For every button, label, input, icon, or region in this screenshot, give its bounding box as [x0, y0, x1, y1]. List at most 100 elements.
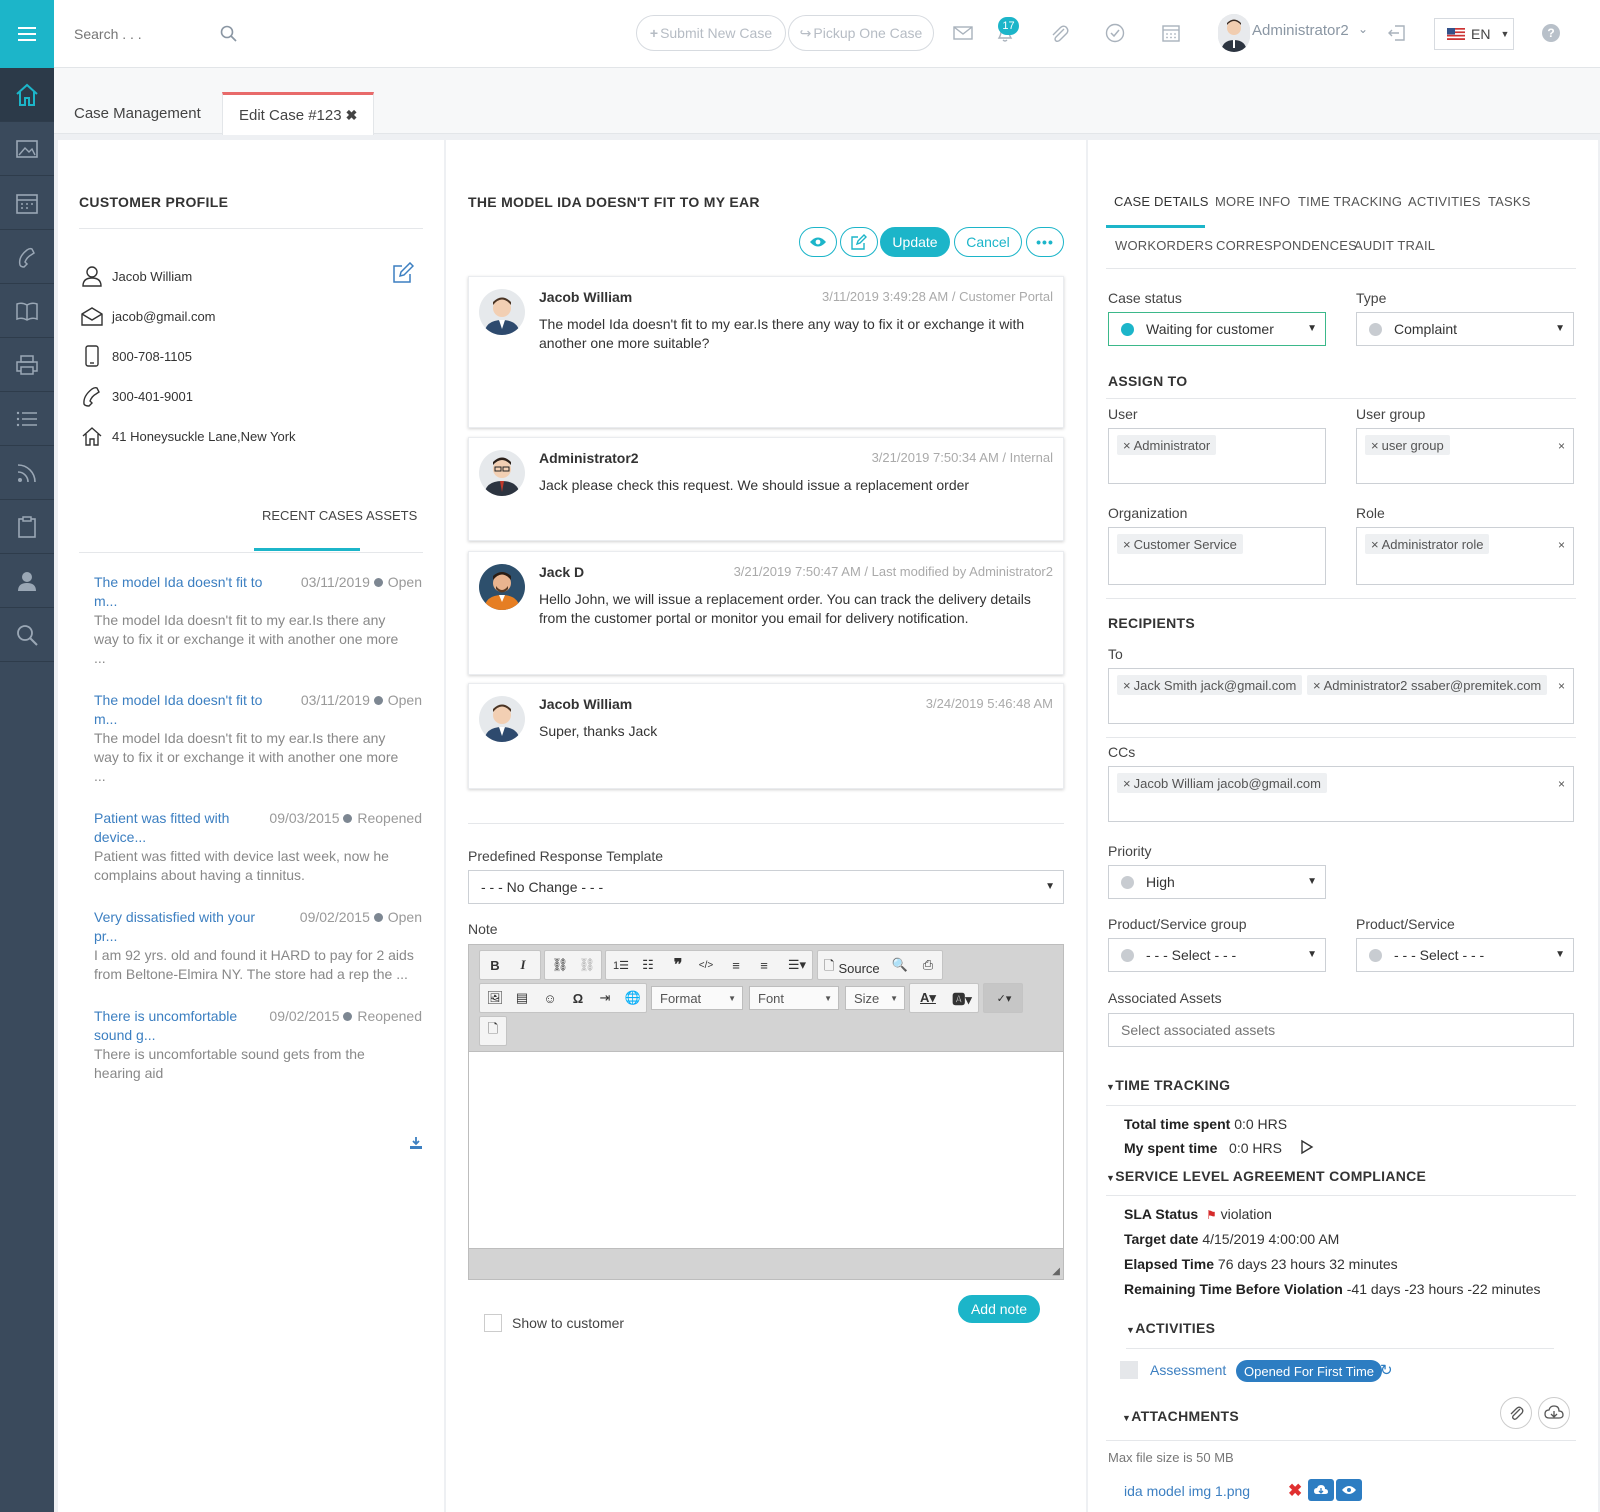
submit-new-case-button[interactable]: + Submit New Case	[636, 15, 786, 51]
edit-case-button[interactable]	[840, 227, 878, 257]
recent-case-title-cont[interactable]: m...	[94, 711, 117, 727]
mail-button[interactable]	[950, 20, 976, 46]
edit-profile-button[interactable]	[392, 261, 415, 287]
add-note-button[interactable]: Add note	[958, 1295, 1040, 1323]
user-tag-input[interactable]: × Administrator	[1108, 428, 1326, 484]
detail-tab-audit-trail[interactable]: AUDIT TRAIL	[1354, 238, 1435, 253]
help-icon[interactable]: ?	[1542, 24, 1560, 42]
tab-recent-cases[interactable]: RECENT CASES	[262, 508, 363, 523]
role-tag[interactable]: × Administrator role	[1365, 534, 1490, 554]
attach-file-button[interactable]	[1500, 1397, 1532, 1429]
bg-color-icon[interactable]: 🅰▾	[946, 986, 978, 1010]
language-select[interactable]: EN ▼	[1434, 18, 1514, 50]
link-icon[interactable]: ⛓	[548, 953, 572, 977]
detail-tab-activities[interactable]: ACTIVITIES	[1408, 194, 1481, 209]
case-status-select[interactable]: Waiting for customer ▼	[1108, 312, 1326, 346]
activity-checkbox[interactable]	[1120, 1361, 1138, 1379]
cloud-upload-button[interactable]	[1538, 1397, 1570, 1429]
detail-tab-correspondences[interactable]: CORRESPONDENCES	[1216, 238, 1357, 253]
clear-icon[interactable]: ×	[1558, 777, 1565, 791]
recent-case-title-cont[interactable]: m...	[94, 593, 117, 609]
update-button[interactable]: Update	[880, 227, 950, 257]
page-break-icon[interactable]: ⇥	[593, 986, 617, 1010]
detail-tab-more-info[interactable]: MORE INFO	[1215, 194, 1290, 209]
attachments-title[interactable]: ▼ATTACHMENTS	[1122, 1408, 1239, 1424]
clear-icon[interactable]: ×	[1558, 439, 1565, 453]
user-name[interactable]: Administrator2	[1252, 22, 1349, 39]
more-options-button[interactable]: •••	[1026, 227, 1064, 257]
preview-button[interactable]	[799, 227, 837, 257]
recent-case-title[interactable]: The model Ida doesn't fit to	[94, 692, 262, 708]
play-icon[interactable]	[1300, 1139, 1314, 1155]
tasks-button[interactable]	[1102, 20, 1128, 46]
bold-button[interactable]: B	[483, 953, 507, 977]
response-template-select[interactable]: - - - No Change - - - ▼	[468, 870, 1064, 904]
type-select[interactable]: Complaint ▼	[1356, 312, 1574, 346]
sidebar-item-calls[interactable]	[0, 230, 54, 284]
user-group-tag-input[interactable]: × user group ×	[1356, 428, 1574, 484]
detail-tab-workorders[interactable]: WORKORDERS	[1115, 238, 1213, 253]
code-snippet-icon[interactable]: </>	[694, 953, 718, 977]
recent-case-title-cont[interactable]: device...	[94, 829, 146, 845]
user-group-tag[interactable]: × user group	[1365, 435, 1450, 455]
user-avatar[interactable]	[1218, 14, 1250, 52]
recent-case-title[interactable]: Patient was fitted with	[94, 810, 229, 826]
sidebar-item-feeds[interactable]	[0, 446, 54, 500]
attachments-button[interactable]	[1046, 20, 1072, 46]
role-tag-input[interactable]: × Administrator role ×	[1356, 527, 1574, 585]
detail-tab-tasks[interactable]: TASKS	[1488, 194, 1531, 209]
product-service-select[interactable]: - - - Select - - - ▼	[1356, 938, 1574, 972]
bullet-list-icon[interactable]: ☷	[636, 953, 660, 977]
sidebar-item-clipboard[interactable]	[0, 500, 54, 554]
ccs-tag-input[interactable]: × Jacob William jacob@gmail.com ×	[1108, 766, 1574, 822]
font-combo[interactable]: Font ▼	[749, 986, 839, 1010]
note-editor-area[interactable]	[469, 1051, 1063, 1249]
size-combo[interactable]: Size ▼	[845, 986, 905, 1010]
sidebar-item-calendar[interactable]	[0, 176, 54, 230]
sidebar-item-contacts[interactable]	[0, 554, 54, 608]
cancel-button[interactable]: Cancel	[954, 227, 1022, 257]
image-icon[interactable]: 🖼	[483, 986, 507, 1010]
clear-icon[interactable]: ×	[1558, 679, 1565, 693]
close-tab-icon[interactable]: ✖	[346, 107, 358, 124]
recent-case-title-cont[interactable]: pr...	[94, 928, 117, 944]
bidi-dropdown-icon[interactable]: ☰▾	[782, 953, 812, 977]
activity-link[interactable]: Assessment	[1150, 1362, 1226, 1378]
attachment-file-link[interactable]: ida model img 1.png	[1124, 1483, 1250, 1499]
sla-title[interactable]: ▼SERVICE LEVEL AGREEMENT COMPLIANCE	[1106, 1168, 1426, 1184]
preview-doc-icon[interactable]: 🔍	[888, 953, 912, 977]
organization-tag[interactable]: × Customer Service	[1117, 534, 1243, 554]
pickup-case-button[interactable]: ↪ Pickup One Case	[788, 15, 934, 51]
download-attachment-button[interactable]	[1308, 1479, 1334, 1501]
sidebar-item-print[interactable]	[0, 338, 54, 392]
recent-case-title[interactable]: Very dissatisfied with your	[94, 909, 255, 925]
sidebar-item-gallery[interactable]	[0, 122, 54, 176]
table-icon[interactable]: ▤	[510, 986, 534, 1010]
delete-attachment-icon[interactable]: ✖	[1288, 1481, 1302, 1501]
recent-case-title[interactable]: There is uncomfortable	[94, 1008, 237, 1024]
sidebar-item-home[interactable]	[0, 68, 54, 122]
user-tag[interactable]: × Administrator	[1117, 435, 1217, 455]
priority-select[interactable]: High ▼	[1108, 865, 1326, 899]
view-attachment-button[interactable]	[1336, 1479, 1362, 1501]
italic-button[interactable]: I	[511, 953, 535, 977]
user-menu-chevron-icon[interactable]: ⌄	[1358, 22, 1368, 36]
recent-case-title[interactable]: The model Ida doesn't fit to	[94, 574, 262, 590]
to-tag-input[interactable]: × Jack Smith jack@gmail.com × Administra…	[1108, 668, 1574, 724]
source-button[interactable]: 🗋 Source	[824, 957, 880, 979]
template-doc-icon[interactable]: 🗋	[481, 1019, 505, 1043]
to-tag-1[interactable]: × Jack Smith jack@gmail.com	[1117, 675, 1303, 695]
align-right-icon[interactable]: ≡	[752, 953, 776, 977]
clear-icon[interactable]: ×	[1558, 538, 1565, 552]
omega-icon[interactable]: Ω	[566, 986, 590, 1010]
text-color-icon[interactable]: A▾	[912, 986, 944, 1010]
format-combo[interactable]: Format ▼	[651, 986, 743, 1010]
logout-button[interactable]	[1384, 20, 1410, 46]
product-service-group-select[interactable]: - - - Select - - - ▼	[1108, 938, 1326, 972]
search-icon[interactable]	[220, 25, 237, 42]
activities-title[interactable]: ▼ACTIVITIES	[1126, 1320, 1215, 1336]
organization-tag-input[interactable]: × Customer Service	[1108, 527, 1326, 585]
search-input[interactable]	[74, 22, 224, 46]
numbered-list-icon[interactable]: 1☰	[609, 953, 633, 977]
tab-assets[interactable]: ASSETS	[366, 508, 417, 523]
